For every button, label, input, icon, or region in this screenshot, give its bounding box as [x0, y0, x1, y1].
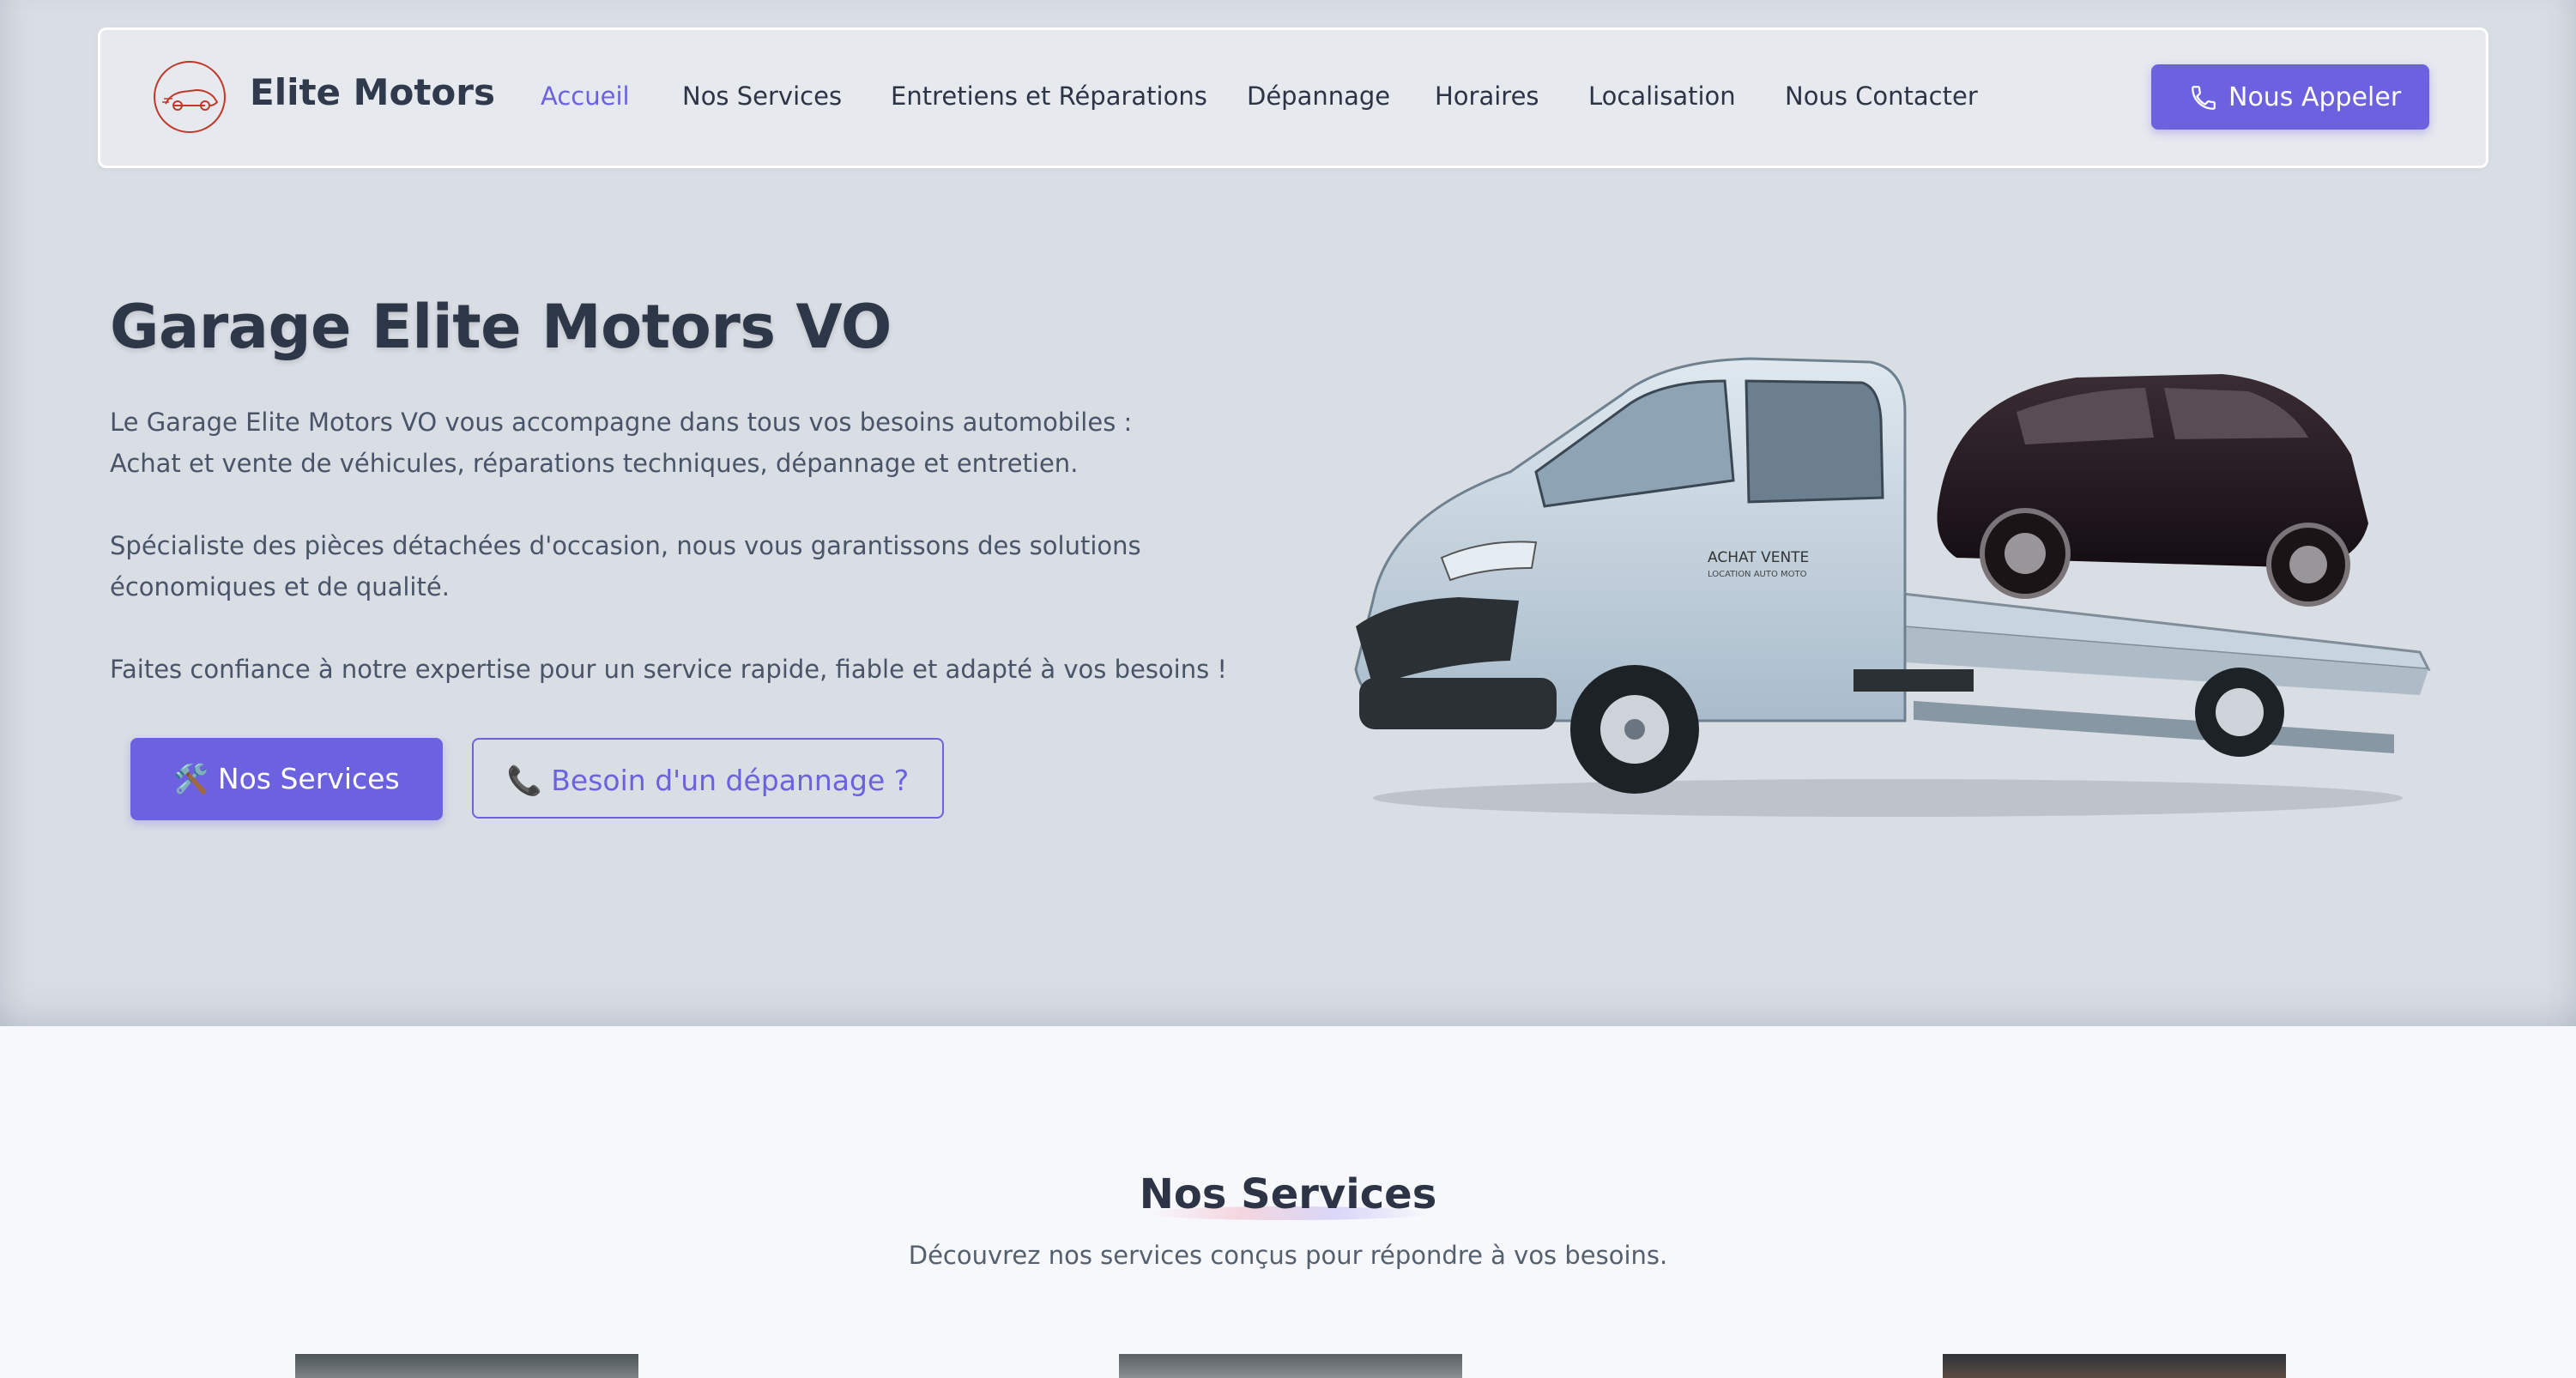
- depannage-button-label: 📞 Besoin d'un dépannage ?: [506, 764, 910, 797]
- services-button[interactable]: 🛠️ Nos Services: [130, 738, 443, 820]
- service-card-image-2[interactable]: [1119, 1354, 1462, 1378]
- hero-paragraph-2-line-1: Spécialiste des pièces détachées d'occas…: [110, 531, 1141, 560]
- truck-text-2: LOCATION AUTO MOTO: [1708, 570, 1807, 579]
- hero-paragraph-2: Spécialiste des pièces détachées d'occas…: [110, 525, 1328, 607]
- hero-paragraph-1-line-2: Achat et vente de véhicules, réparations…: [110, 449, 1079, 478]
- depannage-button[interactable]: 📞 Besoin d'un dépannage ?: [472, 738, 944, 819]
- hero-paragraph-1: Le Garage Elite Motors VO vous accompagn…: [110, 402, 1328, 484]
- hero-paragraph-3: Faites confiance à notre expertise pour …: [110, 655, 1228, 684]
- services-section-subtitle: Découvrez nos services conçus pour répon…: [908, 1241, 1668, 1270]
- call-button[interactable]: Nous Appeler: [2151, 64, 2429, 130]
- nav-item-depannage[interactable]: Dépannage: [1247, 82, 1390, 111]
- nav-item-localisation[interactable]: Localisation: [1588, 82, 1736, 111]
- nav-item-entretiens[interactable]: Entretiens et Réparations: [891, 82, 1207, 111]
- services-section-title: Nos Services: [1139, 1170, 1437, 1218]
- truck-text-1: ACHAT VENTE: [1708, 549, 1809, 566]
- hero-paragraph-2-line-2: économiques et de qualité.: [110, 572, 450, 601]
- hero-paragraph-1-line-1: Le Garage Elite Motors VO vous accompagn…: [110, 408, 1133, 437]
- navbar: Elite Motors Accueil Nos Services Entret…: [98, 27, 2488, 168]
- nav-item-contact[interactable]: Nous Contacter: [1785, 82, 1978, 111]
- nav-item-horaires[interactable]: Horaires: [1435, 82, 1539, 111]
- service-card-image-1[interactable]: [295, 1354, 638, 1378]
- car-logo-icon[interactable]: [154, 61, 226, 133]
- services-button-label: 🛠️ Nos Services: [173, 762, 400, 795]
- tow-truck-image: ACHAT VENTE LOCATION AUTO MOTO: [1354, 357, 2431, 817]
- brand-name[interactable]: Elite Motors: [250, 71, 495, 113]
- nav-item-nos-services[interactable]: Nos Services: [682, 82, 842, 111]
- phone-icon: [2192, 86, 2216, 110]
- call-button-label: Nous Appeler: [2228, 82, 2402, 112]
- nav-item-accueil[interactable]: Accueil: [541, 82, 630, 111]
- service-card-image-3[interactable]: [1943, 1354, 2286, 1378]
- hero-title: Garage Elite Motors VO: [110, 292, 892, 362]
